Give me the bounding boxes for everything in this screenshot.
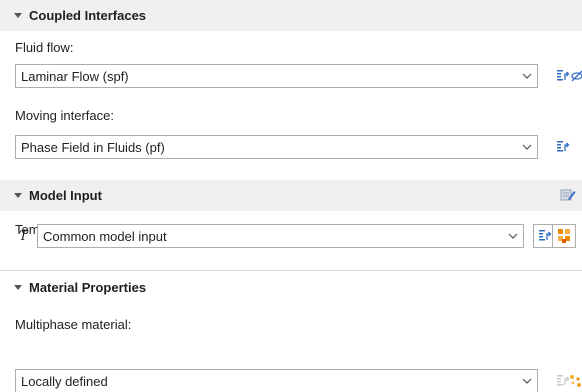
chevron-down-icon[interactable] [517,136,537,158]
multiphase-material-select[interactable]: Locally defined [15,369,538,392]
multiphase-material-value: Locally defined [21,373,108,389]
go-to-source-icon[interactable] [555,68,571,84]
collapse-caret-icon[interactable] [14,193,22,198]
moving-interface-label: Moving interface: [15,108,114,123]
collapse-caret-icon[interactable] [14,13,22,18]
go-to-source-icon[interactable] [555,139,571,155]
material-icon[interactable] [568,373,582,389]
section-header-coupled-interfaces[interactable]: Coupled Interfaces [0,0,582,31]
chevron-down-icon[interactable] [517,370,537,392]
multiphase-material-label: Multiphase material: [15,317,132,332]
temperature-symbol: T [19,229,28,244]
edit-model-input-icon[interactable] [560,187,576,203]
section-title: Model Input [29,188,102,203]
moving-interface-value: Phase Field in Fluids (pf) [21,139,165,155]
fluid-flow-select[interactable]: Laminar Flow (spf) [15,64,538,88]
blocks-icon [558,229,570,243]
fluid-flow-value: Laminar Flow (spf) [21,68,129,84]
section-divider [0,270,582,271]
unlink-icon[interactable] [571,68,582,84]
section-header-model-input[interactable]: Model Input [0,180,582,211]
chevron-down-icon[interactable] [503,225,523,247]
moving-interface-select[interactable]: Phase Field in Fluids (pf) [15,135,538,159]
section-title: Coupled Interfaces [29,8,147,23]
go-to-source-icon [539,230,552,241]
collapse-caret-icon[interactable] [14,285,22,290]
temperature-select[interactable]: Common model input [37,224,524,248]
settings-panel: Coupled Interfaces Fluid flow: Laminar F… [0,0,582,392]
section-header-material-properties[interactable]: Material Properties [0,272,582,303]
create-model-input-button[interactable] [552,224,576,248]
fluid-flow-label: Fluid flow: [15,40,74,55]
section-title: Material Properties [29,280,147,295]
temperature-value: Common model input [43,228,167,244]
chevron-down-icon[interactable] [517,65,537,87]
